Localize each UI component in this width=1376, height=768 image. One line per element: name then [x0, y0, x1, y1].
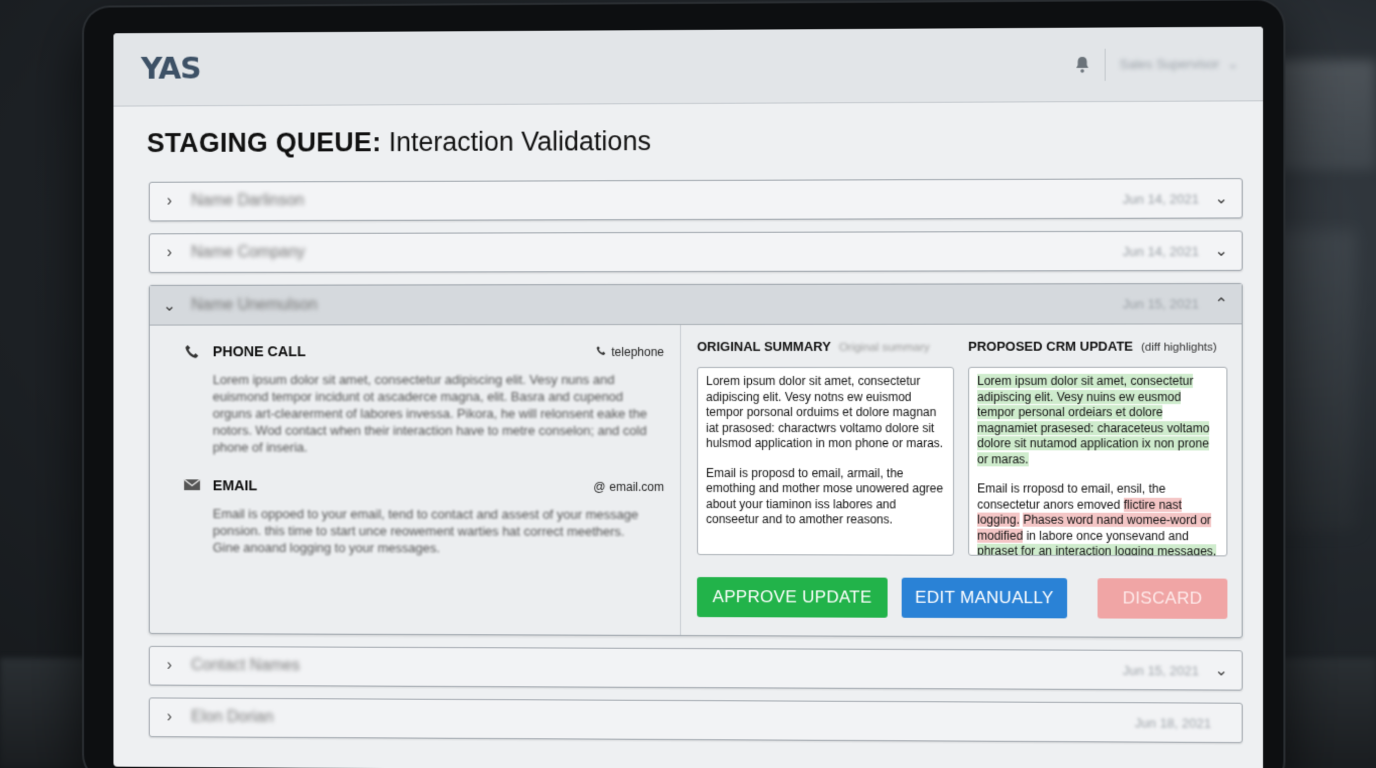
chevron-down-icon: ⌄: [164, 299, 176, 311]
interaction-text: Email is oppoed to your email, tend to c…: [183, 505, 664, 557]
summary-columns: ORIGINAL SUMMARY Original summary Lorem …: [697, 339, 1227, 557]
app-logo[interactable]: YAS: [141, 52, 201, 87]
app-screen: YAS Sales Supervisor ⌄ STAGING QUEUE: In…: [113, 27, 1263, 768]
row-name: Name Unemulson: [191, 296, 317, 314]
diff-paragraph: Lorem ipsum dolor sit amet, consectetur …: [977, 374, 1218, 468]
bell-icon[interactable]: [1074, 55, 1090, 73]
interaction-email: EMAIL @ email.com Email is oppoed to you…: [183, 477, 664, 557]
action-buttons: APPROVE UPDATE EDIT MANUALLY DISCARD: [697, 577, 1227, 619]
expanded-queue-item: ⌄ Name Unemulson Jun 15, 2021 ⌃ PHONE CA…: [149, 283, 1243, 638]
user-menu-label: Sales Supervisor: [1120, 56, 1220, 72]
column-title: PROPOSED CRM UPDATE: [968, 339, 1133, 354]
queue-row[interactable]: › Name Company Jun 14, 2021 ⌄: [149, 231, 1243, 273]
chevron-right-icon: ›: [164, 660, 176, 672]
chevron-right-icon: ›: [164, 711, 176, 723]
interactions-pane: PHONE CALL telephone Lorem ipsum dolor s…: [150, 325, 681, 635]
original-summary-column: ORIGINAL SUMMARY Original summary Lorem …: [697, 339, 954, 556]
page-title: STAGING QUEUE: Interaction Validations: [113, 101, 1263, 182]
queue-list: › Name Darlinson Jun 14, 2021 ⌄ › Name C…: [113, 178, 1263, 743]
row-date: Jun 15, 2021: [1123, 662, 1199, 677]
column-subtitle: Original summary: [839, 342, 930, 354]
queue-row[interactable]: › Contact Names Jun 15, 2021 ⌄: [149, 646, 1243, 691]
row-name: Contact Names: [191, 657, 300, 675]
app-header: YAS Sales Supervisor ⌄: [113, 27, 1263, 107]
row-name: Name Company: [191, 244, 305, 262]
queue-row[interactable]: › Elon Dorian Jun 18, 2021: [149, 697, 1243, 743]
interaction-header: PHONE CALL telephone: [183, 343, 664, 361]
header-divider: [1104, 48, 1105, 80]
review-pane: ORIGINAL SUMMARY Original summary Lorem …: [681, 324, 1242, 637]
diff-paragraph: Email is rroposd to email, ensil, the co…: [977, 481, 1218, 556]
interaction-channel: telephone: [595, 345, 664, 360]
interaction-phone-call: PHONE CALL telephone Lorem ipsum dolor s…: [183, 343, 664, 456]
at-sign-icon: @: [593, 480, 605, 494]
expanded-row-header[interactable]: ⌄ Name Unemulson Jun 15, 2021 ⌃: [150, 284, 1242, 326]
chevron-down-icon[interactable]: ⌄: [1215, 245, 1227, 257]
page-title-bold: STAGING QUEUE:: [147, 127, 381, 158]
header-actions: Sales Supervisor ⌄: [1074, 47, 1239, 80]
interaction-title: EMAIL: [213, 478, 257, 494]
phone-small-icon: [595, 345, 607, 360]
diff-addition: Lorem ipsum dolor sit amet, consectetur …: [977, 374, 1209, 466]
interaction-channel: @ email.com: [593, 480, 664, 494]
envelope-icon: [183, 477, 203, 495]
chevron-down-icon[interactable]: ⌄: [1215, 192, 1227, 204]
interaction-channel-label: telephone: [611, 345, 664, 359]
original-summary-text[interactable]: Lorem ipsum dolor sit amet, consectetur …: [697, 367, 954, 556]
row-date: Jun 14, 2021: [1123, 191, 1199, 206]
column-title: ORIGINAL SUMMARY: [697, 339, 831, 354]
approve-update-button[interactable]: APPROVE UPDATE: [697, 577, 888, 618]
queue-row[interactable]: › Name Darlinson Jun 14, 2021 ⌄: [149, 178, 1243, 221]
summary-paragraph: Lorem ipsum dolor sit amet, consectetur …: [706, 374, 945, 452]
interaction-text: Lorem ipsum dolor sit amet, consectetur …: [183, 371, 664, 456]
interaction-title: PHONE CALL: [213, 344, 306, 360]
proposed-update-column: PROPOSED CRM UPDATE (diff highlights) Lo…: [968, 339, 1227, 557]
column-header: ORIGINAL SUMMARY Original summary: [697, 339, 954, 363]
page-title-rest: Interaction Validations: [389, 126, 651, 157]
summary-paragraph: Email is proposd to email, armail, the e…: [706, 466, 945, 529]
proposed-update-text[interactable]: Lorem ipsum dolor sit amet, consectetur …: [968, 367, 1227, 557]
row-date: Jun 15, 2021: [1123, 296, 1199, 311]
interaction-header: EMAIL @ email.com: [183, 477, 664, 496]
row-date: Jun 14, 2021: [1123, 243, 1199, 258]
column-subtitle: (diff highlights): [1141, 342, 1217, 354]
row-name: Name Darlinson: [191, 192, 304, 210]
discard-button[interactable]: DISCARD: [1098, 578, 1228, 619]
row-date: Jun 18, 2021: [1135, 715, 1211, 731]
chevron-down-icon: ⌄: [1228, 56, 1239, 72]
chevron-up-icon[interactable]: ⌃: [1215, 298, 1227, 310]
expanded-body: PHONE CALL telephone Lorem ipsum dolor s…: [150, 324, 1242, 637]
chevron-right-icon: ›: [164, 247, 176, 259]
diff-addition: phraset for an interaction logging messa…: [977, 544, 1216, 557]
column-header: PROPOSED CRM UPDATE (diff highlights): [968, 339, 1227, 363]
user-menu[interactable]: Sales Supervisor ⌄: [1120, 56, 1239, 73]
interaction-channel-label: email.com: [609, 480, 664, 494]
monitor-bezel: YAS Sales Supervisor ⌄ STAGING QUEUE: In…: [84, 0, 1283, 768]
chevron-down-icon[interactable]: ⌄: [1215, 664, 1227, 676]
row-name: Elon Dorian: [191, 709, 273, 727]
phone-icon: [183, 343, 203, 361]
chevron-right-icon: ›: [164, 196, 176, 208]
edit-manually-button[interactable]: EDIT MANUALLY: [902, 578, 1067, 619]
diff-unchanged: in labore once yonsevand and: [1023, 528, 1189, 542]
